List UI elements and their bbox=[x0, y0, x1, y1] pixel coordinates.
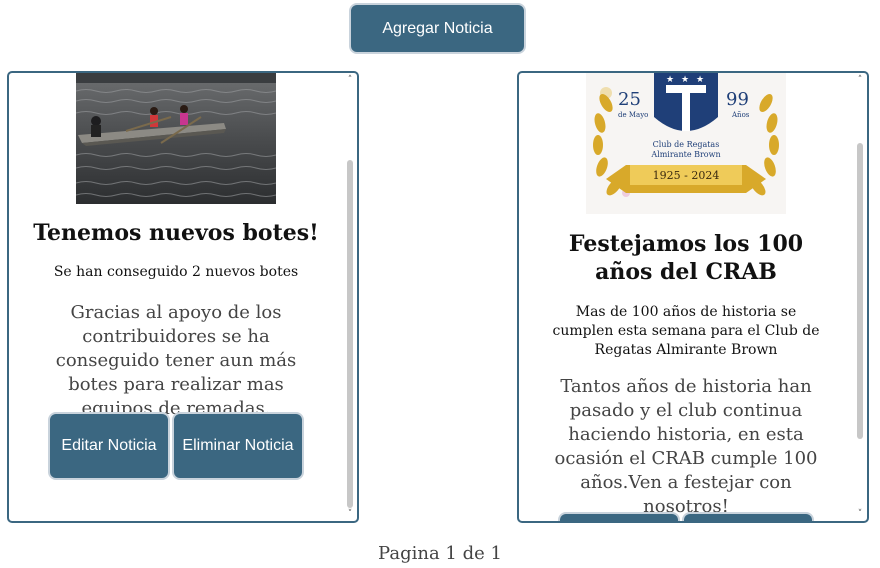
svg-text:Años: Años bbox=[731, 111, 750, 119]
svg-text:★: ★ bbox=[681, 75, 689, 85]
scroll-thumb[interactable] bbox=[857, 143, 863, 439]
svg-text:★: ★ bbox=[696, 75, 704, 85]
news-title: Tenemos nuevos botes! bbox=[33, 220, 319, 246]
add-news-button[interactable]: Agregar Noticia bbox=[349, 3, 526, 54]
news-image bbox=[76, 73, 276, 204]
news-card: ★ ★ ★ 25 de Mayo 99 Años Club de Regatas… bbox=[517, 71, 869, 523]
scrollbar[interactable]: ˄ ˅ bbox=[855, 75, 865, 519]
news-subtitle: Mas de 100 años de historia se cumplen e… bbox=[552, 304, 820, 358]
edit-news-button[interactable]: Editar Noticia bbox=[48, 412, 170, 480]
pagination-text: Pagina 1 de 1 bbox=[378, 543, 502, 564]
scroll-up-icon[interactable]: ˄ bbox=[855, 75, 865, 85]
scroll-up-icon[interactable]: ˄ bbox=[345, 75, 355, 85]
svg-text:99: 99 bbox=[726, 89, 749, 110]
delete-news-button[interactable]: Eliminar Noticia bbox=[172, 412, 304, 480]
edit-news-button[interactable] bbox=[558, 512, 680, 521]
delete-news-button[interactable] bbox=[682, 512, 814, 521]
svg-text:25: 25 bbox=[618, 89, 641, 110]
news-image: ★ ★ ★ 25 de Mayo 99 Años Club de Regatas… bbox=[586, 73, 786, 214]
club-anniversary-logo-icon: ★ ★ ★ 25 de Mayo 99 Años Club de Regatas… bbox=[586, 73, 786, 214]
svg-text:★: ★ bbox=[666, 75, 674, 85]
scrollbar[interactable]: ˄ ˅ bbox=[345, 75, 355, 519]
svg-text:Club de Regatas: Club de Regatas bbox=[653, 140, 720, 149]
svg-text:de Mayo: de Mayo bbox=[618, 111, 648, 119]
news-subtitle: Se han conseguido 2 nuevos botes bbox=[53, 264, 299, 280]
scroll-down-icon[interactable]: ˅ bbox=[345, 509, 355, 519]
news-title: Festejamos los 100 años del CRAB bbox=[568, 231, 804, 285]
news-body: Gracias al apoyo de los contribuidores s… bbox=[55, 302, 297, 419]
rowing-boat-photo-icon bbox=[76, 73, 276, 204]
news-card: Tenemos nuevos botes! Se han conseguido … bbox=[7, 71, 359, 523]
scroll-thumb[interactable] bbox=[347, 160, 353, 508]
svg-text:1925 - 2024: 1925 - 2024 bbox=[653, 169, 720, 182]
scroll-down-icon[interactable]: ˅ bbox=[855, 509, 865, 519]
news-body: Tantos años de historia han pasado y el … bbox=[554, 376, 818, 517]
svg-text:Almirante Brown: Almirante Brown bbox=[650, 150, 720, 159]
